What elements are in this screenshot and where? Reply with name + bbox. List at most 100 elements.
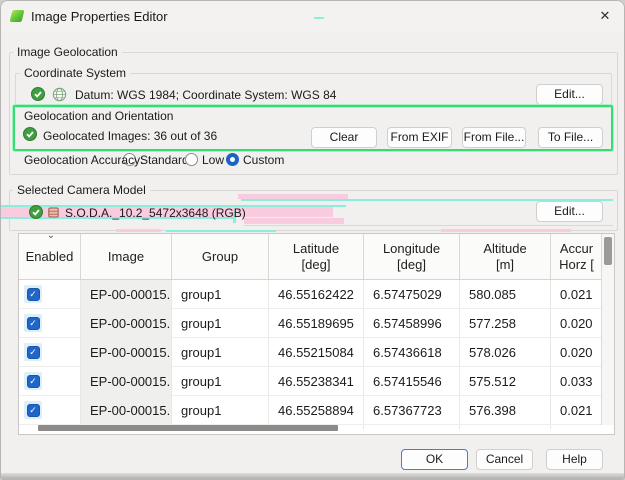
enabled-cell — [19, 280, 81, 308]
coordinate-system-edit-button[interactable]: Edit... — [536, 84, 603, 105]
to-file-button[interactable]: To File... — [538, 127, 603, 148]
accuracy-horz-cell: 0.021 — [560, 286, 593, 302]
geolocated-images-status: Geolocated Images: 36 out of 36 — [43, 129, 218, 143]
checkbox-halo — [24, 372, 42, 390]
checkbox-halo — [24, 401, 42, 419]
checkbox-halo — [24, 285, 42, 303]
coordinate-system-group-title: Coordinate System — [20, 66, 131, 80]
ok-button[interactable]: OK — [401, 449, 468, 470]
latitude-cell: 46.55215084 — [269, 338, 364, 366]
column-header-image[interactable]: Image — [81, 234, 172, 279]
glitch-artifact — [116, 229, 161, 232]
column-header-group[interactable]: Group — [172, 234, 269, 279]
longitude-cell: 6.57367723 — [364, 396, 460, 424]
help-button[interactable]: Help — [546, 449, 603, 470]
table-row: EP-00-00015...group146.552383416.5741554… — [19, 367, 602, 396]
from-exif-button[interactable]: From EXIF — [387, 127, 452, 148]
vertical-scrollbar[interactable] — [601, 234, 614, 425]
horizontal-scrollbar-thumb[interactable] — [38, 425, 338, 431]
latitude-cell: 46.55189695 — [269, 309, 364, 337]
enabled-checkbox[interactable] — [26, 374, 40, 388]
radio-custom[interactable] — [226, 153, 239, 166]
from-file-button[interactable]: From File... — [462, 127, 526, 148]
enabled-checkbox[interactable] — [26, 287, 40, 301]
window-bottom-edge — [1, 473, 624, 479]
checkbox-halo — [24, 314, 42, 332]
longitude-cell: 6.57475029 — [364, 280, 460, 308]
accuracy-horz-cell: 0.021 — [560, 402, 593, 418]
image-cell: EP-00-00015... — [81, 309, 172, 337]
enabled-checkbox[interactable] — [26, 316, 40, 330]
radio-low[interactable] — [185, 153, 198, 166]
column-header-altitude[interactable]: Altitude [m] — [460, 234, 551, 279]
latitude-cell: 46.55162422 — [269, 280, 364, 308]
altitude-cell: 575.512 — [460, 367, 551, 395]
column-header-accuracy-horz[interactable]: Accur Horz [ — [551, 234, 602, 279]
close-icon[interactable]: ✕ — [596, 7, 614, 25]
radio-low-label[interactable]: Low — [202, 153, 224, 167]
image-properties-editor-dialog: Image Properties Editor ✕ Image Geolocat… — [0, 0, 625, 480]
longitude-cell: 6.57436618 — [364, 338, 460, 366]
images-table: ⌄ Enabled Image Group Latitude [deg] Long… — [18, 230, 615, 435]
group-cell: group1 — [172, 396, 269, 424]
enabled-checkbox[interactable] — [26, 403, 40, 417]
altitude-cell: 577.258 — [460, 309, 551, 337]
accuracy-horz-cell: 0.020 — [560, 344, 593, 360]
checkbox-halo — [24, 343, 42, 361]
table-header: Enabled Image Group Latitude [deg] Longit… — [19, 234, 602, 280]
success-check-icon — [29, 205, 43, 219]
camera-model-edit-button[interactable]: Edit... — [536, 201, 603, 222]
success-check-icon — [23, 127, 37, 141]
enabled-cell — [19, 396, 81, 424]
glitch-artifact — [244, 218, 344, 224]
glitch-artifact — [314, 17, 324, 19]
enabled-cell — [19, 338, 81, 366]
radio-standard-label[interactable]: Standard — [140, 153, 189, 167]
success-check-icon — [31, 87, 45, 101]
glitch-artifact — [244, 225, 613, 226]
title-bar: Image Properties Editor ✕ — [1, 1, 624, 31]
table-row: EP-00-00015...group146.551896956.5745899… — [19, 309, 602, 338]
group-cell: group1 — [172, 338, 269, 366]
longitude-cell: 6.57458996 — [364, 309, 460, 337]
geolocation-accuracy-label: Geolocation Accuracy: — [24, 153, 144, 167]
table-body: EP-00-00015...group146.551624226.5747502… — [19, 280, 602, 425]
glitch-artifact — [166, 230, 276, 232]
image-cell: EP-00-00015... — [81, 396, 172, 424]
image-cell: EP-00-00015... — [81, 338, 172, 366]
cancel-button[interactable]: Cancel — [476, 449, 533, 470]
geolocation-orientation-group-title: Geolocation and Orientation — [24, 109, 174, 123]
table-row: EP-00-00015...group146.552588946.5736772… — [19, 396, 602, 425]
sort-indicator-icon[interactable]: ⌄ — [43, 230, 59, 241]
image-cell: EP-00-00015... — [81, 280, 172, 308]
clear-button[interactable]: Clear — [311, 127, 377, 148]
app-logo-icon — [9, 10, 25, 22]
vertical-scrollbar-thumb[interactable] — [604, 237, 612, 265]
longitude-cell: 6.57415546 — [364, 367, 460, 395]
group-cell: group1 — [172, 309, 269, 337]
latitude-cell: 46.55238341 — [269, 367, 364, 395]
glitch-artifact — [441, 229, 571, 232]
accuracy-horz-cell: 0.020 — [560, 315, 593, 331]
radio-custom-label[interactable]: Custom — [243, 153, 284, 167]
camera-model-name: S.O.D.A._10.2_5472x3648 (RGB) — [65, 206, 246, 220]
enabled-checkbox[interactable] — [26, 345, 40, 359]
enabled-cell — [19, 309, 81, 337]
window-title: Image Properties Editor — [31, 9, 168, 24]
globe-icon — [52, 87, 67, 102]
camera-model-group-title: Selected Camera Model — [13, 183, 150, 197]
altitude-cell: 578.026 — [460, 338, 551, 366]
group-cell: group1 — [172, 367, 269, 395]
coordinate-system-summary: Datum: WGS 1984; Coordinate System: WGS … — [75, 88, 337, 102]
accuracy-horz-cell: 0.033 — [560, 373, 593, 389]
group-cell: group1 — [172, 280, 269, 308]
image-cell: EP-00-00015... — [81, 367, 172, 395]
latitude-cell: 46.55258894 — [269, 396, 364, 424]
altitude-cell: 576.398 — [460, 396, 551, 424]
image-geolocation-group-title: Image Geolocation — [13, 45, 122, 59]
column-header-latitude[interactable]: Latitude [deg] — [269, 234, 364, 279]
camera-icon — [48, 207, 59, 218]
table-row: EP-00-00015...group146.551624226.5747502… — [19, 280, 602, 309]
enabled-cell — [19, 367, 81, 395]
column-header-longitude[interactable]: Longitude [deg] — [364, 234, 460, 279]
